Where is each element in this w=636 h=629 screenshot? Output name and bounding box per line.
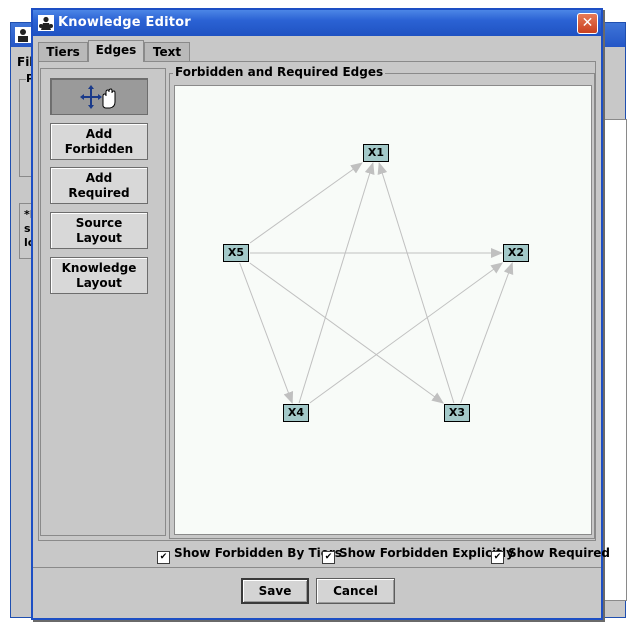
graph-node-x5[interactable]: X5 — [223, 244, 249, 262]
checkbox-label: Show Forbidden Explicitly — [339, 546, 514, 560]
checkbox-label: Show Required — [508, 546, 610, 560]
checkmark-icon: ✔ — [157, 551, 170, 564]
move-hand-icon — [80, 85, 116, 109]
background-content-area — [601, 119, 627, 601]
show-forbidden-explicitly-checkbox[interactable]: ✔ Show Forbidden Explicitly — [322, 546, 514, 564]
graph-edge-x3-x2[interactable] — [460, 262, 514, 404]
graph-node-x2[interactable]: X2 — [503, 244, 529, 262]
graph-node-x1[interactable]: X1 — [363, 144, 389, 162]
graph-edge-x5-x3[interactable] — [249, 262, 444, 404]
tab-tiers[interactable]: Tiers — [38, 42, 88, 62]
close-icon: ✕ — [581, 15, 594, 31]
show-forbidden-by-tiers-checkbox[interactable]: ✔ Show Forbidden By Tiers — [157, 546, 342, 564]
knowledge-editor-dialog: Knowledge Editor ✕ Tiers Edges Text Add … — [31, 8, 610, 620]
checkmark-icon: ✔ — [491, 551, 504, 564]
tab-text[interactable]: Text — [144, 42, 190, 62]
app-icon — [38, 15, 54, 31]
graph-edge-x4-x1[interactable] — [298, 162, 375, 404]
divider — [33, 567, 601, 568]
checkmark-icon: ✔ — [322, 551, 335, 564]
window-title: Knowledge Editor — [58, 15, 191, 30]
move-tool-button[interactable] — [50, 78, 148, 115]
app-icon — [15, 27, 31, 43]
source-layout-button[interactable]: Source Layout — [50, 212, 148, 249]
graph-node-x3[interactable]: X3 — [444, 404, 470, 422]
titlebar[interactable]: Knowledge Editor ✕ — [33, 10, 601, 36]
graph-edge-x3-x1[interactable] — [377, 162, 455, 404]
graph-edge-x4-x2[interactable] — [309, 262, 504, 404]
tab-edges[interactable]: Edges — [88, 40, 144, 62]
add-forbidden-button[interactable]: Add Forbidden — [50, 123, 148, 160]
save-button[interactable]: Save — [241, 578, 309, 604]
show-required-checkbox[interactable]: ✔ Show Required — [491, 546, 610, 564]
graph-canvas[interactable]: X1 X2 X3 X4 X5 — [174, 85, 592, 535]
close-button[interactable]: ✕ — [577, 13, 598, 34]
graph-node-x4[interactable]: X4 — [283, 404, 309, 422]
checkbox-label: Show Forbidden By Tiers — [174, 546, 342, 560]
knowledge-layout-button[interactable]: Knowledge Layout — [50, 257, 148, 294]
edges-group-title: Forbidden and Required Edges — [173, 65, 386, 79]
cancel-button[interactable]: Cancel — [316, 578, 395, 604]
graph-edge-x5-x4[interactable] — [239, 262, 294, 404]
add-required-button[interactable]: Add Required — [50, 167, 148, 204]
graph-edge-x5-x1[interactable] — [249, 162, 363, 244]
